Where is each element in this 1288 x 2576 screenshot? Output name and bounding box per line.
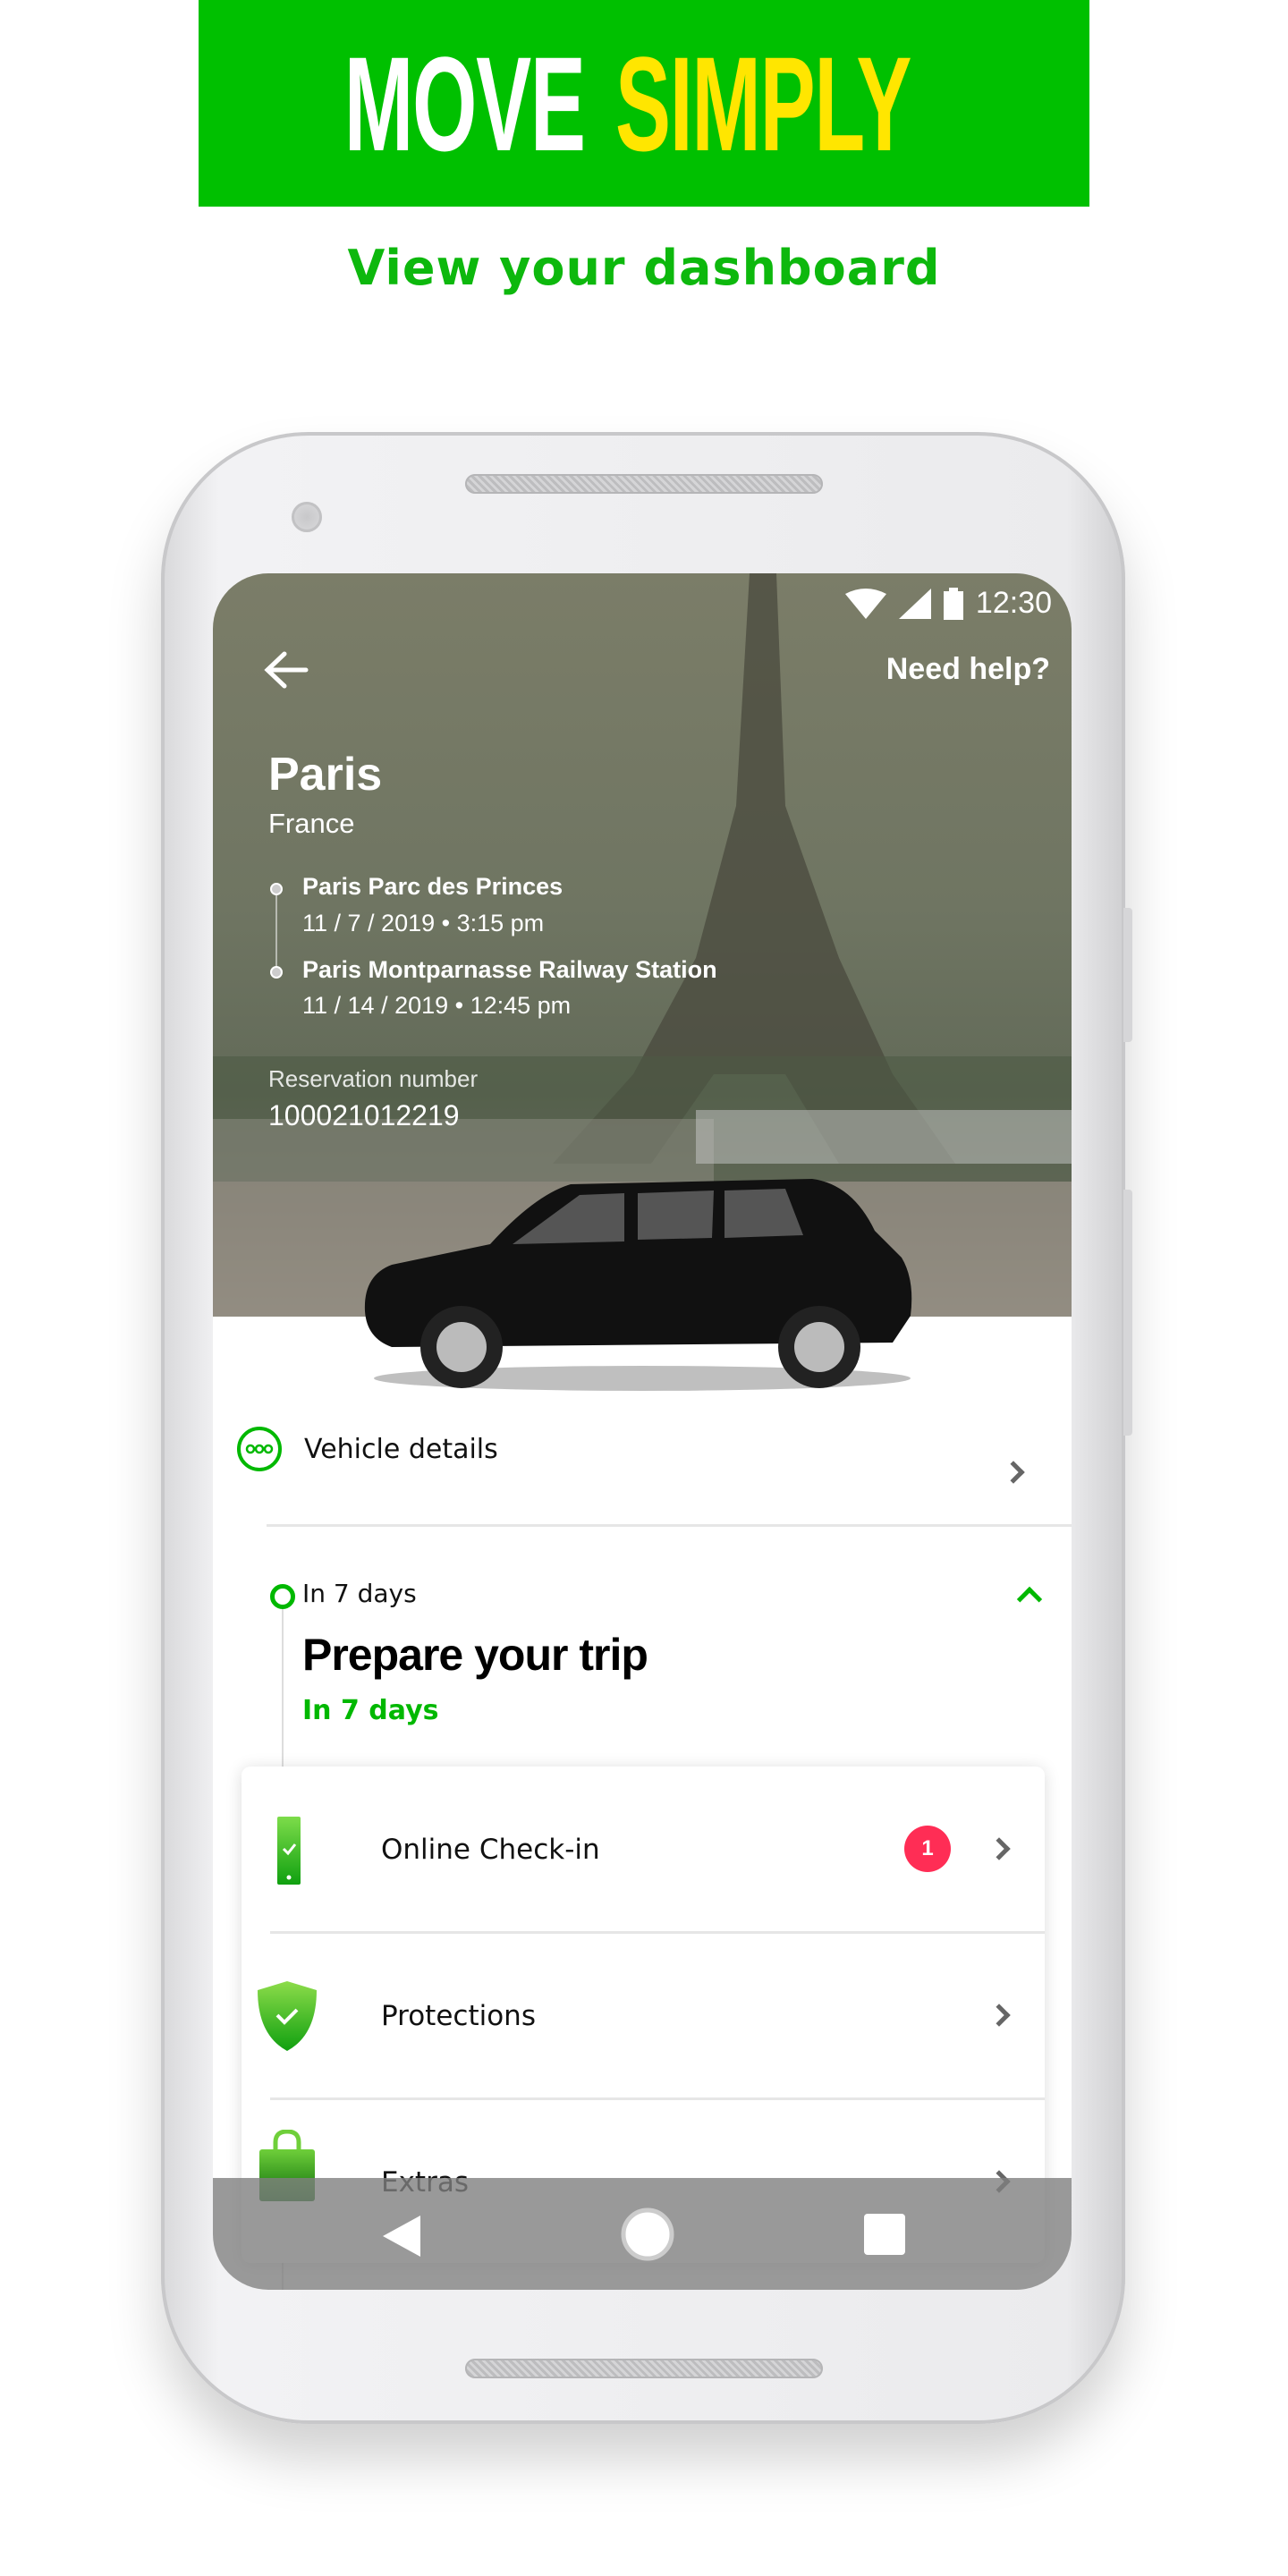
pickup-datetime: 11 / 7 / 2019 • 3:15 pm [302,910,545,936]
more-dots-icon [237,1427,282,1471]
city-name: Paris [268,749,383,801]
vehicle-details-row[interactable]: Vehicle details [236,1426,498,1472]
nav-back-icon[interactable] [383,2216,422,2257]
signal-icon [898,588,931,619]
reservation-number: 100021012219 [268,1099,460,1131]
chevron-right-icon[interactable] [987,2003,1011,2027]
wifi-icon [844,588,886,619]
timeline-title: Prepare your trip [302,1630,648,1680]
task-label: Protections [381,1999,536,2032]
bottom-speaker [465,2359,823,2378]
pickup-location: Paris Parc des Princes [302,873,564,900]
top-speaker [465,474,823,494]
headline-word-move: MOVE [343,28,586,179]
timeline-overline: In 7 days [302,1579,417,1608]
status-bar: 12:30 [844,586,1052,621]
task-row-online-check-in[interactable]: Online Check-in 1 [242,1767,1045,1932]
app-screen: 12:30 Need help? Paris France Paris Parc… [213,573,1072,2290]
vehicle-details-label: Vehicle details [304,1433,498,1465]
task-label: Online Check-in [381,1833,600,1866]
shield-check-icon [258,1981,317,2051]
phone-check-icon [277,1817,301,1885]
promo-banner: MOVE SIMPLY [199,0,1089,207]
timeline-dot [270,1584,295,1609]
car-image [364,1179,912,1391]
nav-home-icon[interactable] [620,2207,675,2262]
return-dot [270,966,283,979]
status-time: 12:30 [975,586,1052,620]
chevron-right-icon[interactable] [987,1836,1011,1860]
headline-word-simply: SIMPLY [614,28,911,179]
task-row-protections[interactable]: Protections [242,1933,1045,2098]
return-location: Paris Montparnasse Railway Station [302,956,717,983]
chevron-right-icon[interactable] [1002,1461,1025,1484]
timeline-subtitle: In 7 days [302,1695,439,1726]
reservation-label: Reservation number [268,1065,479,1092]
arrow-left-icon[interactable] [263,650,309,690]
notification-badge: 1 [904,1826,951,1872]
pickup-dot [270,883,283,895]
battery-icon [943,587,963,620]
volume-button [1123,1190,1132,1436]
power-button [1123,908,1132,1042]
front-camera [292,502,322,532]
need-help-link[interactable]: Need help? [886,652,1050,687]
route-line [275,894,277,972]
android-nav-bar [213,2178,1072,2290]
return-datetime: 11 / 14 / 2019 • 12:45 pm [302,992,572,1019]
promo-subtitle: View your dashboard [347,240,941,296]
chevron-up-icon[interactable] [1016,1586,1043,1613]
nav-recents-icon[interactable] [864,2214,905,2255]
country-name: France [268,808,355,839]
divider [267,1524,1072,1527]
